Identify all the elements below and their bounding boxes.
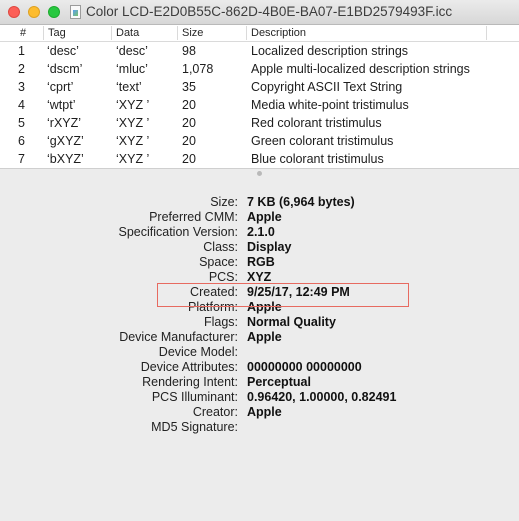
row-number: 5: [18, 116, 25, 130]
tag-table[interactable]: # Tag Data Size Description 1 ‘desc’ ‘de…: [0, 25, 519, 168]
info-value: 7 KB (6,964 bytes): [247, 195, 355, 209]
info-row-md5-signature: MD5 Signature:: [0, 420, 519, 435]
row-description: Blue colorant tristimulus: [251, 152, 384, 166]
row-tag: ‘rXYZ’: [47, 116, 82, 130]
row-data: ‘XYZ ’: [116, 98, 150, 112]
info-value: 00000000 00000000: [247, 360, 362, 374]
row-description: Localized description strings: [251, 44, 409, 58]
info-row-size: Size: 7 KB (6,964 bytes): [0, 195, 519, 210]
info-row-device-model: Device Model:: [0, 345, 519, 360]
row-number: 3: [18, 80, 25, 94]
row-size: 20: [182, 134, 196, 148]
row-number: 1: [18, 44, 25, 58]
info-value: Perceptual: [247, 375, 311, 389]
row-tag: ‘wtpt’: [47, 98, 76, 112]
zoom-button[interactable]: [48, 6, 60, 18]
info-row-spec-version: Specification Version: 2.1.0: [0, 225, 519, 240]
info-label: Device Manufacturer:: [119, 330, 238, 344]
info-row-class: Class: Display: [0, 240, 519, 255]
info-label: Flags:: [203, 315, 238, 329]
info-label: Creator:: [192, 405, 238, 419]
info-value: RGB: [247, 255, 275, 269]
row-tag: ‘gXYZ’: [47, 134, 84, 148]
row-number: 7: [18, 152, 25, 166]
row-data: ‘text’: [116, 80, 142, 94]
row-number: 6: [18, 134, 25, 148]
row-tag: ‘cprt’: [47, 80, 74, 94]
info-row-device-attributes: Device Attributes: 00000000 00000000: [0, 360, 519, 375]
minimize-button[interactable]: [28, 6, 40, 18]
row-size: 20: [182, 152, 196, 166]
info-value: XYZ: [247, 270, 272, 284]
info-label: PCS:: [208, 270, 238, 284]
info-label: Size:: [210, 195, 238, 209]
column-header-number[interactable]: #: [16, 26, 44, 40]
table-row[interactable]: 5 ‘rXYZ’ ‘XYZ ’ 20 Red colorant tristimu…: [0, 114, 519, 132]
row-data: ‘desc’: [116, 44, 148, 58]
info-value: 0.96420, 1.00000, 0.82491: [247, 390, 397, 404]
table-row[interactable]: 3 ‘cprt’ ‘text’ 35 Copyright ASCII Text …: [0, 78, 519, 96]
info-row-rendering-intent: Rendering Intent: Perceptual: [0, 375, 519, 390]
table-row[interactable]: 2 ‘dscm’ ‘mluc’ 1,078 Apple multi-locali…: [0, 60, 519, 78]
info-row-device-manufacturer: Device Manufacturer: Apple: [0, 330, 519, 345]
info-value: Apple: [247, 210, 282, 224]
info-row-pcs-illuminant: PCS Illuminant: 0.96420, 1.00000, 0.8249…: [0, 390, 519, 405]
row-tag: ‘bXYZ’: [47, 152, 84, 166]
row-size: 20: [182, 116, 196, 130]
row-data: ‘XYZ ’: [116, 134, 150, 148]
row-description: Apple multi-localized description string…: [251, 62, 470, 76]
table-row[interactable]: 7 ‘bXYZ’ ‘XYZ ’ 20 Blue colorant tristim…: [0, 150, 519, 168]
row-description: Media white-point tristimulus: [251, 98, 409, 112]
info-value: Apple: [247, 330, 282, 344]
info-label: Device Attributes:: [140, 360, 238, 374]
document-proxy-icon[interactable]: [70, 5, 81, 19]
info-row-flags: Flags: Normal Quality: [0, 315, 519, 330]
column-header-data[interactable]: Data: [112, 26, 178, 40]
info-value: Display: [247, 240, 292, 254]
info-label: Rendering Intent:: [142, 375, 238, 389]
info-value: 2.1.0: [247, 225, 275, 239]
divider-handle-icon[interactable]: [257, 171, 262, 176]
column-header-description[interactable]: Description: [247, 26, 487, 40]
table-header: # Tag Data Size Description: [0, 25, 519, 42]
info-label: Device Model:: [158, 345, 238, 359]
row-number: 2: [18, 62, 25, 76]
info-label: Space:: [199, 255, 238, 269]
row-size: 35: [182, 80, 196, 94]
info-label: Class:: [203, 240, 238, 254]
row-data: ‘mluc’: [116, 62, 148, 76]
row-size: 1,078: [182, 62, 214, 76]
info-row-space: Space: RGB: [0, 255, 519, 270]
title-bar: Color LCD-E2D0B55C-862D-4B0E-BA07-E1BD25…: [0, 0, 519, 25]
split-view-divider[interactable]: [0, 168, 519, 176]
column-header-size[interactable]: Size: [178, 26, 247, 40]
row-description: Green colorant tristimulus: [251, 134, 394, 148]
row-size: 20: [182, 98, 196, 112]
row-description: Red colorant tristimulus: [251, 116, 382, 130]
table-row[interactable]: 6 ‘gXYZ’ ‘XYZ ’ 20 Green colorant tristi…: [0, 132, 519, 150]
info-value: Normal Quality: [247, 315, 336, 329]
row-description: Copyright ASCII Text String: [251, 80, 403, 94]
row-number: 4: [18, 98, 25, 112]
info-label: Preferred CMM:: [149, 210, 238, 224]
info-row-preferred-cmm: Preferred CMM: Apple: [0, 210, 519, 225]
info-row-creator: Creator: Apple: [0, 405, 519, 420]
info-label: PCS Illuminant:: [151, 390, 238, 404]
table-row[interactable]: 1 ‘desc’ ‘desc’ 98 Localized description…: [0, 42, 519, 60]
window-title: Color LCD-E2D0B55C-862D-4B0E-BA07-E1BD25…: [86, 4, 453, 19]
row-size: 98: [182, 44, 196, 58]
info-value: Apple: [247, 405, 282, 419]
created-highlight-box: [157, 283, 409, 307]
close-button[interactable]: [8, 6, 20, 18]
row-data: ‘XYZ ’: [116, 152, 150, 166]
column-header-tag[interactable]: Tag: [44, 26, 112, 40]
row-tag: ‘desc’: [47, 44, 79, 58]
info-label: Specification Version:: [118, 225, 238, 239]
info-label: MD5 Signature:: [151, 420, 238, 434]
row-tag: ‘dscm’: [47, 62, 83, 76]
table-row[interactable]: 4 ‘wtpt’ ‘XYZ ’ 20 Media white-point tri…: [0, 96, 519, 114]
row-data: ‘XYZ ’: [116, 116, 150, 130]
